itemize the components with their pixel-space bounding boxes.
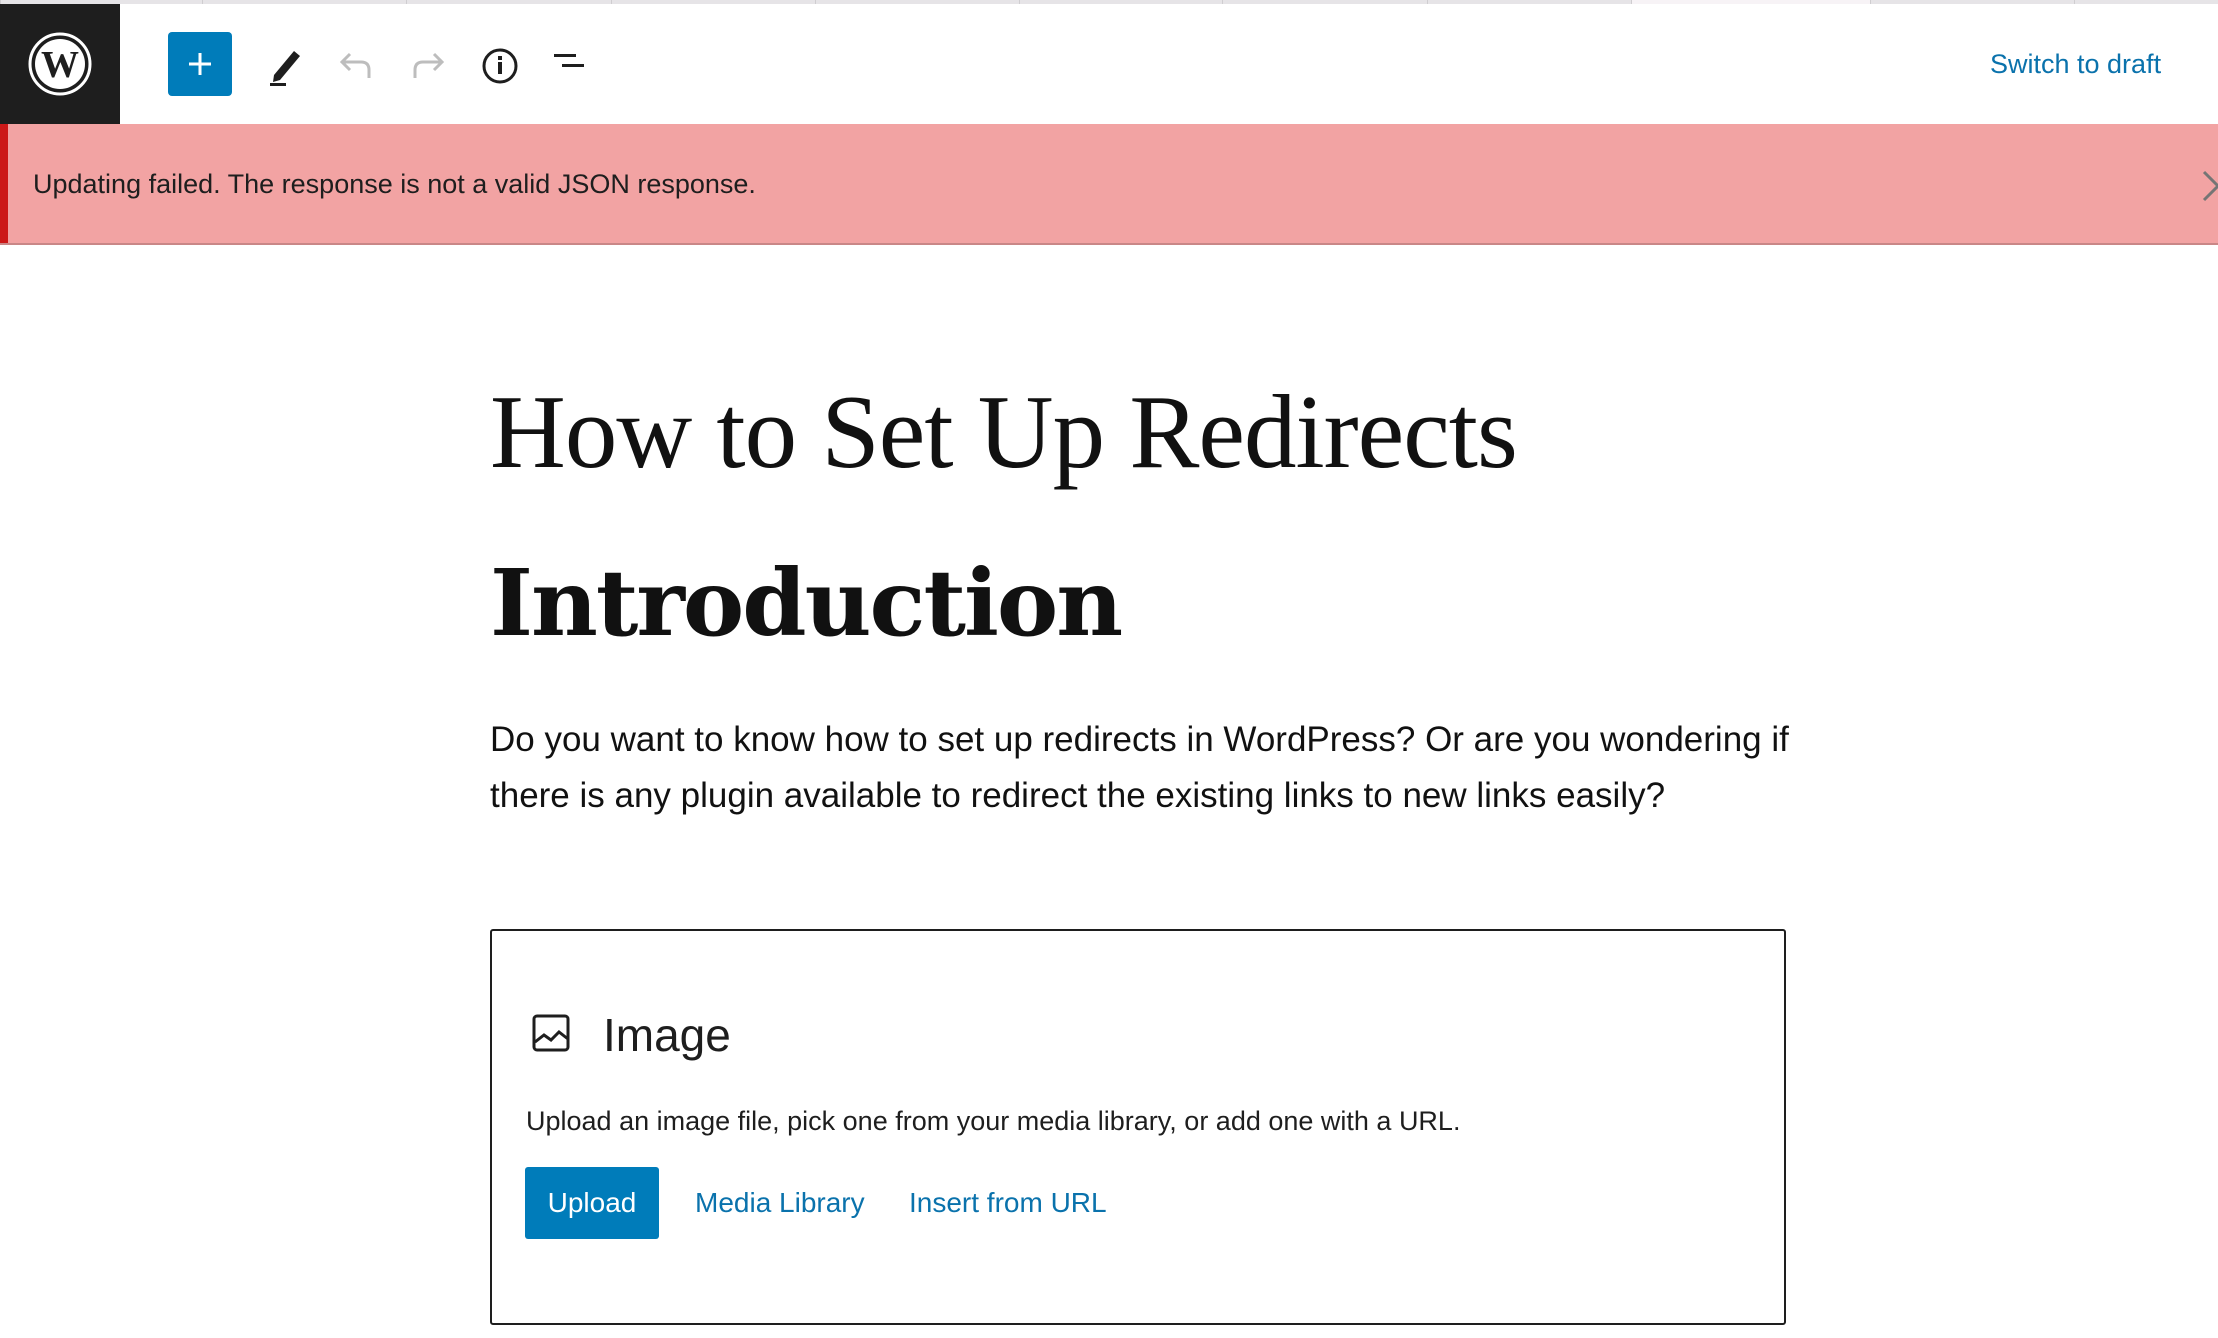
list-view-icon	[554, 54, 584, 67]
redo-button[interactable]	[406, 44, 450, 88]
tools-button[interactable]	[262, 44, 306, 88]
upload-button[interactable]: Upload	[525, 1167, 659, 1239]
undo-icon	[339, 52, 371, 78]
post-title[interactable]: How to Set Up Redirects	[490, 372, 1518, 492]
plus-icon	[189, 53, 211, 75]
undo-button[interactable]	[334, 44, 378, 88]
notice-close-button[interactable]	[2200, 166, 2218, 206]
close-icon	[2202, 170, 2218, 202]
paragraph-block[interactable]: Do you want to know how to set up redire…	[490, 712, 1800, 824]
image-block-placeholder[interactable]: Image Upload an image file, pick one fro…	[490, 929, 1786, 1325]
image-block-instructions: Upload an image file, pick one from your…	[526, 1106, 1461, 1136]
info-icon	[482, 48, 518, 84]
heading-block[interactable]: Introduction	[490, 548, 1123, 658]
error-notice: Updating failed. The response is not a v…	[0, 124, 2218, 245]
list-view-button[interactable]	[550, 44, 594, 88]
switch-to-draft-button[interactable]: Switch to draft	[1990, 42, 2161, 86]
details-button[interactable]	[478, 44, 522, 88]
notice-message: Updating failed. The response is not a v…	[33, 169, 756, 199]
svg-text:W: W	[41, 44, 79, 86]
editor-header: W Switch to draft	[0, 4, 2218, 124]
wordpress-logo-button[interactable]: W	[0, 4, 120, 124]
image-block-label: Image	[603, 1009, 731, 1061]
media-library-button[interactable]: Media Library	[695, 1167, 865, 1239]
insert-from-url-button[interactable]: Insert from URL	[909, 1167, 1107, 1239]
redo-icon	[413, 52, 445, 78]
pencil-icon	[270, 51, 300, 86]
notice-accent-bar	[0, 124, 8, 243]
image-icon	[532, 1014, 572, 1054]
wordpress-logo-icon: W	[28, 32, 92, 96]
block-inserter-button[interactable]	[168, 32, 232, 96]
